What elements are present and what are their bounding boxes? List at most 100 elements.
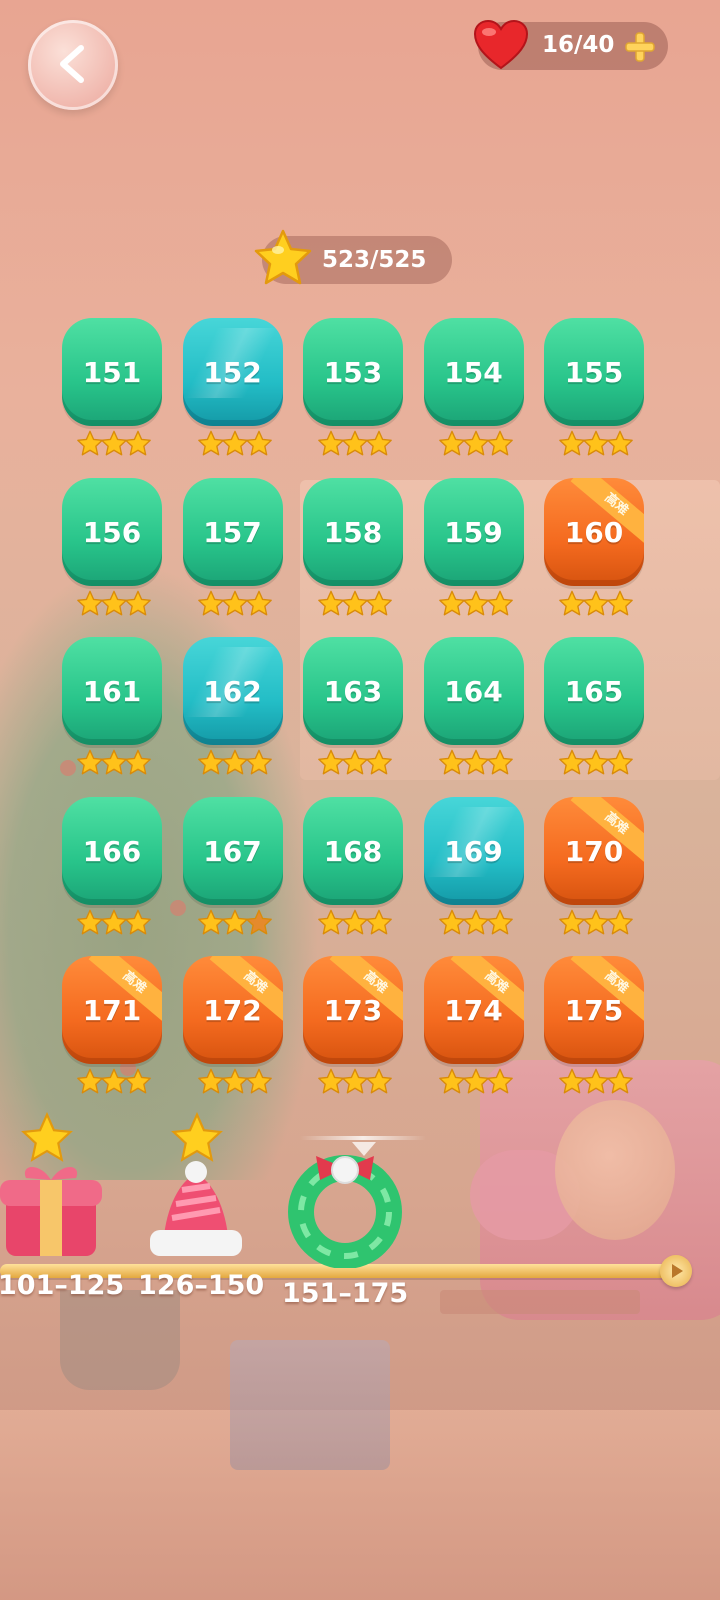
level-star-rating [558,430,638,458]
level-number: 156 [82,515,142,549]
level-166-button[interactable]: 166 [62,796,162,905]
level-number: 164 [444,675,503,708]
level-star-rating [317,749,397,777]
level-175-button[interactable]: 175 高难 [544,956,644,1064]
level-165-button[interactable]: 165 [544,637,644,745]
level-number: 153 [323,356,383,389]
star-icon [365,430,393,461]
level-star-rating [317,1068,397,1096]
level-star-rating [197,1068,277,1096]
level-number: 157 [203,515,262,549]
plus-icon[interactable] [624,31,656,63]
lives-counter: 16/40 [473,19,668,70]
level-star-rating [438,430,518,458]
level-star-rating [558,749,638,777]
star-icon [486,749,514,780]
ornament-bg [60,760,76,776]
level-number: 151 [82,356,142,389]
current-chapter-marker [300,1136,426,1156]
chapter-label: 101–125 [0,1270,125,1301]
back-button[interactable] [28,20,118,110]
level-153-button[interactable]: 153 [303,318,403,426]
teddy-bear-bg [555,1100,675,1240]
star-icon [171,1112,223,1162]
star-icon [606,909,634,940]
star-icon [486,909,514,940]
wreath-icon [288,1155,402,1268]
star-icon [124,1068,152,1099]
star-icon [245,909,273,940]
star-icon [606,1068,634,1099]
tree-pot-bg [60,1290,180,1390]
level-star-rating [76,430,156,458]
level-star-rating [76,749,156,777]
level-168-button[interactable]: 168 [303,796,403,905]
level-number: 158 [323,515,383,549]
star-icon [254,229,312,285]
ornament-bg [170,900,186,916]
star-icon [606,430,634,461]
level-star-rating [317,430,397,458]
level-number: 167 [203,834,262,868]
star-icon [124,909,152,940]
level-160-button[interactable]: 160 高难 [544,477,644,586]
level-170-button[interactable]: 170 高难 [544,796,644,905]
level-number: 168 [323,834,383,868]
level-star-rating [558,909,638,937]
heart-icon [473,19,529,70]
star-total-badge: 523/525 [254,229,452,285]
level-number: 161 [82,675,142,708]
level-number: 159 [444,515,503,549]
level-163-button[interactable]: 163 [303,637,403,745]
level-star-rating [76,1068,156,1096]
star-icon [124,430,152,461]
star-icon [365,749,393,780]
level-number: 152 [203,356,262,389]
level-number: 163 [323,675,383,708]
level-number: 165 [564,675,624,708]
level-164-button[interactable]: 164 [423,637,524,745]
next-chapter-button[interactable] [660,1255,692,1287]
star-icon [245,590,273,621]
level-star-rating [438,590,518,618]
level-172-button[interactable]: 172 高难 [182,956,283,1064]
lives-value: 16/40 [542,32,615,58]
level-number: 162 [203,675,262,708]
level-156-button[interactable]: 156 [62,477,162,586]
level-171-button[interactable]: 171 高难 [62,956,162,1064]
level-173-button[interactable]: 173 高难 [303,956,403,1064]
gift-icon [0,1167,102,1256]
level-159-button[interactable]: 159 [423,477,524,586]
level-star-rating [317,590,397,618]
star-total-value: 523/525 [322,247,427,273]
level-158-button[interactable]: 158 [303,477,403,586]
level-star-rating [76,909,156,937]
level-star-rating [76,590,156,618]
level-174-button[interactable]: 174 高难 [423,956,524,1064]
level-155-button[interactable]: 155 [544,318,644,426]
level-star-rating [558,1068,638,1096]
star-icon [365,1068,393,1099]
level-star-rating [438,1068,518,1096]
level-157-button[interactable]: 157 [182,477,283,586]
star-icon [606,590,634,621]
star-icon [124,749,152,780]
level-169-button[interactable]: 169 [423,796,524,905]
level-star-rating [317,909,397,937]
level-star-rating [438,909,518,937]
star-icon [486,430,514,461]
star-icon [124,590,152,621]
level-162-button[interactable]: 162 [182,637,283,745]
level-161-button[interactable]: 161 [62,637,162,745]
level-151-button[interactable]: 151 [62,318,162,426]
level-167-button[interactable]: 167 [182,796,283,905]
santa-hat-icon [150,1161,242,1256]
star-icon [486,1068,514,1099]
star-icon [245,749,273,780]
level-star-rating [438,749,518,777]
level-154-button[interactable]: 154 [423,318,524,426]
level-152-button[interactable]: 152 [182,318,283,426]
level-number: 154 [444,356,503,389]
star-icon [486,590,514,621]
gift-box-bg [230,1340,390,1470]
